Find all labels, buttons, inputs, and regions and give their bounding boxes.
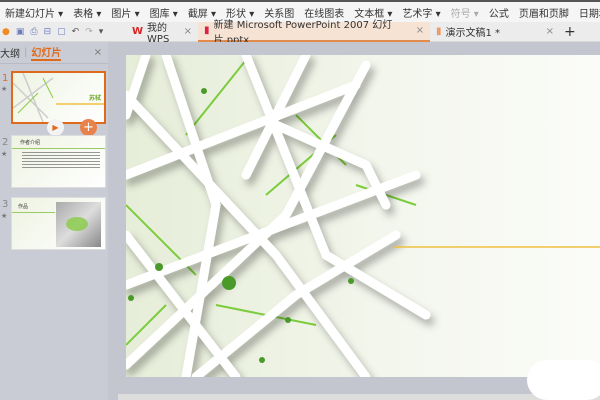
slides-panel: 大纲 | 幻灯片 × 1 ★ 苏轼 ▶ + 2 ★ 作者介绍 3 ★ 作品 — [0, 42, 108, 400]
gallery-button[interactable]: 图库 ▾ — [145, 5, 183, 20]
animation-star-icon: ★ — [1, 85, 8, 93]
slide-thumbnail-1[interactable]: 苏轼 — [11, 71, 106, 124]
slide-thumbnail-3[interactable]: 作品 — [11, 197, 106, 250]
header-footer-button[interactable]: 页眉和页脚 — [514, 5, 574, 20]
slide-title: 苏轼 — [88, 95, 101, 102]
tab-presentation1[interactable]: ▮ 演示文稿1 * × — [430, 22, 560, 42]
save-icon[interactable]: ▣ — [16, 27, 25, 37]
open-icon[interactable]: ● — [2, 27, 10, 37]
horizontal-scrollbar[interactable] — [118, 394, 600, 400]
slide-thumbnail-2[interactable]: 作者介绍 — [11, 135, 106, 188]
add-slide-button[interactable]: + — [80, 119, 97, 136]
branches-graphic — [126, 55, 600, 377]
tab-slides[interactable]: 幻灯片 — [31, 44, 62, 61]
animation-star-icon: ★ — [1, 150, 8, 158]
picture-button[interactable]: 图片 ▾ — [106, 5, 144, 20]
close-tab-icon[interactable]: × — [416, 25, 424, 36]
export-icon[interactable]: ⎙ — [30, 27, 37, 37]
slide-number: 3 — [2, 199, 9, 210]
close-panel-icon[interactable]: × — [94, 47, 102, 58]
slide-canvas[interactable] — [126, 55, 600, 377]
slide-title: 作者介绍 — [20, 140, 41, 146]
animation-star-icon: ★ — [1, 212, 8, 220]
ppt-file-icon: ▮ — [436, 26, 442, 37]
overlay-shape — [527, 360, 600, 400]
date-time-button[interactable]: 日期和时间 — [574, 5, 600, 20]
preview-icon[interactable]: ▢ — [57, 27, 66, 37]
undo-icon[interactable]: ↶ — [72, 27, 80, 37]
ppt-file-icon: ▮ — [204, 25, 210, 36]
slide-number: 2 — [2, 137, 9, 148]
wps-logo-icon: W — [132, 26, 144, 37]
print-icon[interactable]: ⊟ — [44, 27, 52, 37]
document-tab-bar: ● ▣ ⎙ ⊟ ▢ ↶ ↷ ▾ W 我的WPS × ▮ 新建 Microsoft… — [0, 20, 600, 46]
slide-title: 作品 — [18, 204, 29, 210]
symbol-button[interactable]: 符号 ▾ — [446, 5, 484, 20]
tab-pptx-document[interactable]: ▮ 新建 Microsoft PowerPoint 2007 幻灯片.pptx … — [198, 20, 430, 46]
tab-outline[interactable]: 大纲 — [0, 45, 20, 60]
new-slide-button[interactable]: 新建幻灯片 ▾ — [0, 5, 68, 20]
new-tab-button[interactable]: + — [564, 24, 576, 40]
customize-dropdown-icon[interactable]: ▾ — [99, 27, 104, 37]
play-slide-button[interactable]: ▶ — [47, 119, 64, 136]
close-tab-icon[interactable]: × — [184, 26, 192, 37]
formula-button[interactable]: 公式 — [484, 5, 514, 20]
close-tab-icon[interactable]: × — [546, 26, 554, 37]
table-button[interactable]: 表格 ▾ — [68, 5, 106, 20]
photo-image — [56, 202, 101, 247]
quick-access-toolbar: ● ▣ ⎙ ⊟ ▢ ↶ ↷ ▾ — [0, 27, 126, 37]
tab-my-wps[interactable]: W 我的WPS × — [126, 22, 198, 45]
redo-icon[interactable]: ↷ — [85, 27, 93, 37]
slide-number: 1 — [2, 73, 9, 84]
